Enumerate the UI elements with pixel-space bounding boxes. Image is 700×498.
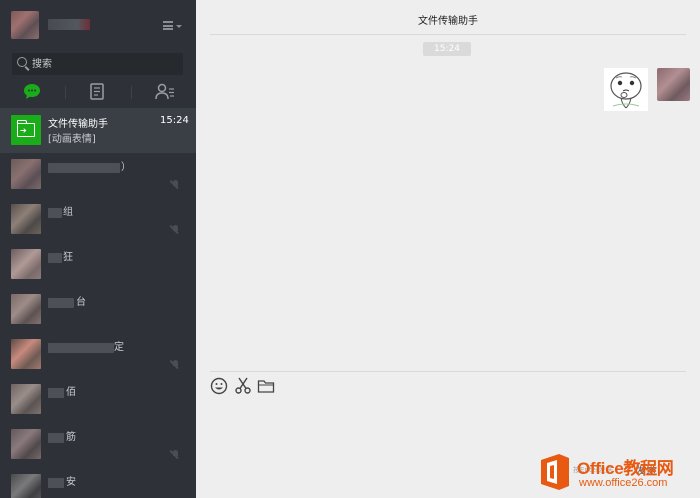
screenshot-button[interactable]	[234, 377, 254, 395]
chat-title-blurred	[48, 478, 64, 488]
menu-icon	[163, 21, 173, 30]
chat-item[interactable]: 定	[0, 333, 196, 378]
user-avatar[interactable]	[11, 11, 39, 39]
watermark: Office教程网 www.office26.com	[535, 449, 700, 498]
chat-bubble-icon	[24, 84, 40, 99]
chat-panel: 文件传输助手 15:24 按Enter发送 发送	[196, 0, 700, 498]
watermark-brand: Office教程网	[577, 459, 674, 478]
chat-item-file-transfer[interactable]: ➔ 文件传输助手 15:24 [动画表情]	[0, 108, 196, 153]
tab-contacts[interactable]	[132, 80, 196, 104]
chat-item[interactable]: ）	[0, 153, 196, 198]
chat-title-tail: 组	[63, 207, 73, 218]
scissors-icon	[235, 377, 251, 394]
mute-icon	[171, 224, 181, 234]
tab-favorites[interactable]	[66, 80, 131, 104]
chat-title-blurred	[48, 253, 62, 263]
chat-item[interactable]: 组	[0, 198, 196, 243]
search-input[interactable]	[32, 55, 177, 73]
contact-avatar	[11, 429, 41, 459]
search-box	[12, 53, 183, 75]
contacts-icon	[155, 83, 174, 100]
chat-title-tail: 筋	[66, 432, 76, 443]
chat-preview: [动画表情]	[48, 134, 96, 145]
mute-icon	[171, 449, 181, 459]
contact-avatar	[11, 339, 41, 369]
user-name-blurred	[48, 19, 90, 30]
menu-button[interactable]	[160, 18, 184, 34]
sender-avatar[interactable]	[657, 68, 690, 101]
chat-title-blurred	[48, 298, 74, 308]
mute-icon	[171, 359, 181, 369]
document-icon	[90, 83, 104, 100]
chevron-down-icon	[176, 25, 182, 28]
contact-avatar	[11, 294, 41, 324]
file-transfer-icon: ➔	[11, 115, 41, 145]
chat-title-blurred	[48, 388, 64, 398]
chat-title-blurred	[48, 343, 114, 353]
input-divider	[210, 371, 686, 372]
header-divider	[210, 34, 686, 35]
thinking-face-sticker-icon	[610, 72, 642, 109]
arrow-right-icon: ➔	[20, 126, 27, 135]
search-icon	[17, 57, 27, 67]
contact-avatar	[11, 474, 41, 498]
chat-title-tail: 台	[76, 297, 86, 308]
tab-chats[interactable]	[0, 80, 65, 104]
mute-icon	[171, 179, 181, 189]
chat-title-blurred	[48, 163, 120, 173]
chat-list: ➔ 文件传输助手 15:24 [动画表情] ） 组 狂 台 定 佰 筋 安	[0, 108, 196, 498]
sidebar: ➔ 文件传输助手 15:24 [动画表情] ） 组 狂 台	[0, 0, 196, 498]
chat-title-tail: ）	[121, 162, 131, 173]
chat-title-tail: 狂	[63, 252, 73, 263]
message-time-badge: 15:24	[423, 42, 471, 56]
contact-avatar	[11, 204, 41, 234]
emoji-button[interactable]	[210, 377, 230, 395]
chat-title-tail: 佰	[66, 387, 76, 398]
sticker-message[interactable]	[604, 68, 648, 111]
chat-title-blurred	[48, 433, 64, 443]
watermark-url: www.office26.com	[579, 477, 668, 489]
folder-icon	[257, 380, 275, 393]
chat-item[interactable]: 狂	[0, 243, 196, 288]
sidebar-header	[0, 0, 196, 48]
contact-avatar	[11, 159, 41, 189]
chat-header-title: 文件传输助手	[418, 16, 478, 27]
chat-title-tail: 定	[114, 342, 124, 353]
chat-title-tail: 安	[66, 477, 76, 488]
sidebar-tabs	[0, 80, 196, 106]
chat-time: 15:24	[160, 115, 189, 126]
chat-title: 文件传输助手	[48, 119, 108, 130]
chat-item[interactable]: 佰	[0, 378, 196, 423]
chat-item[interactable]: 安	[0, 468, 196, 498]
office-logo-icon	[541, 454, 569, 490]
chat-item[interactable]: 筋	[0, 423, 196, 468]
send-file-button[interactable]	[257, 377, 277, 395]
emoji-icon	[210, 377, 228, 395]
contact-avatar	[11, 249, 41, 279]
chat-item[interactable]: 台	[0, 288, 196, 333]
chat-title-blurred	[48, 208, 62, 218]
contact-avatar	[11, 384, 41, 414]
